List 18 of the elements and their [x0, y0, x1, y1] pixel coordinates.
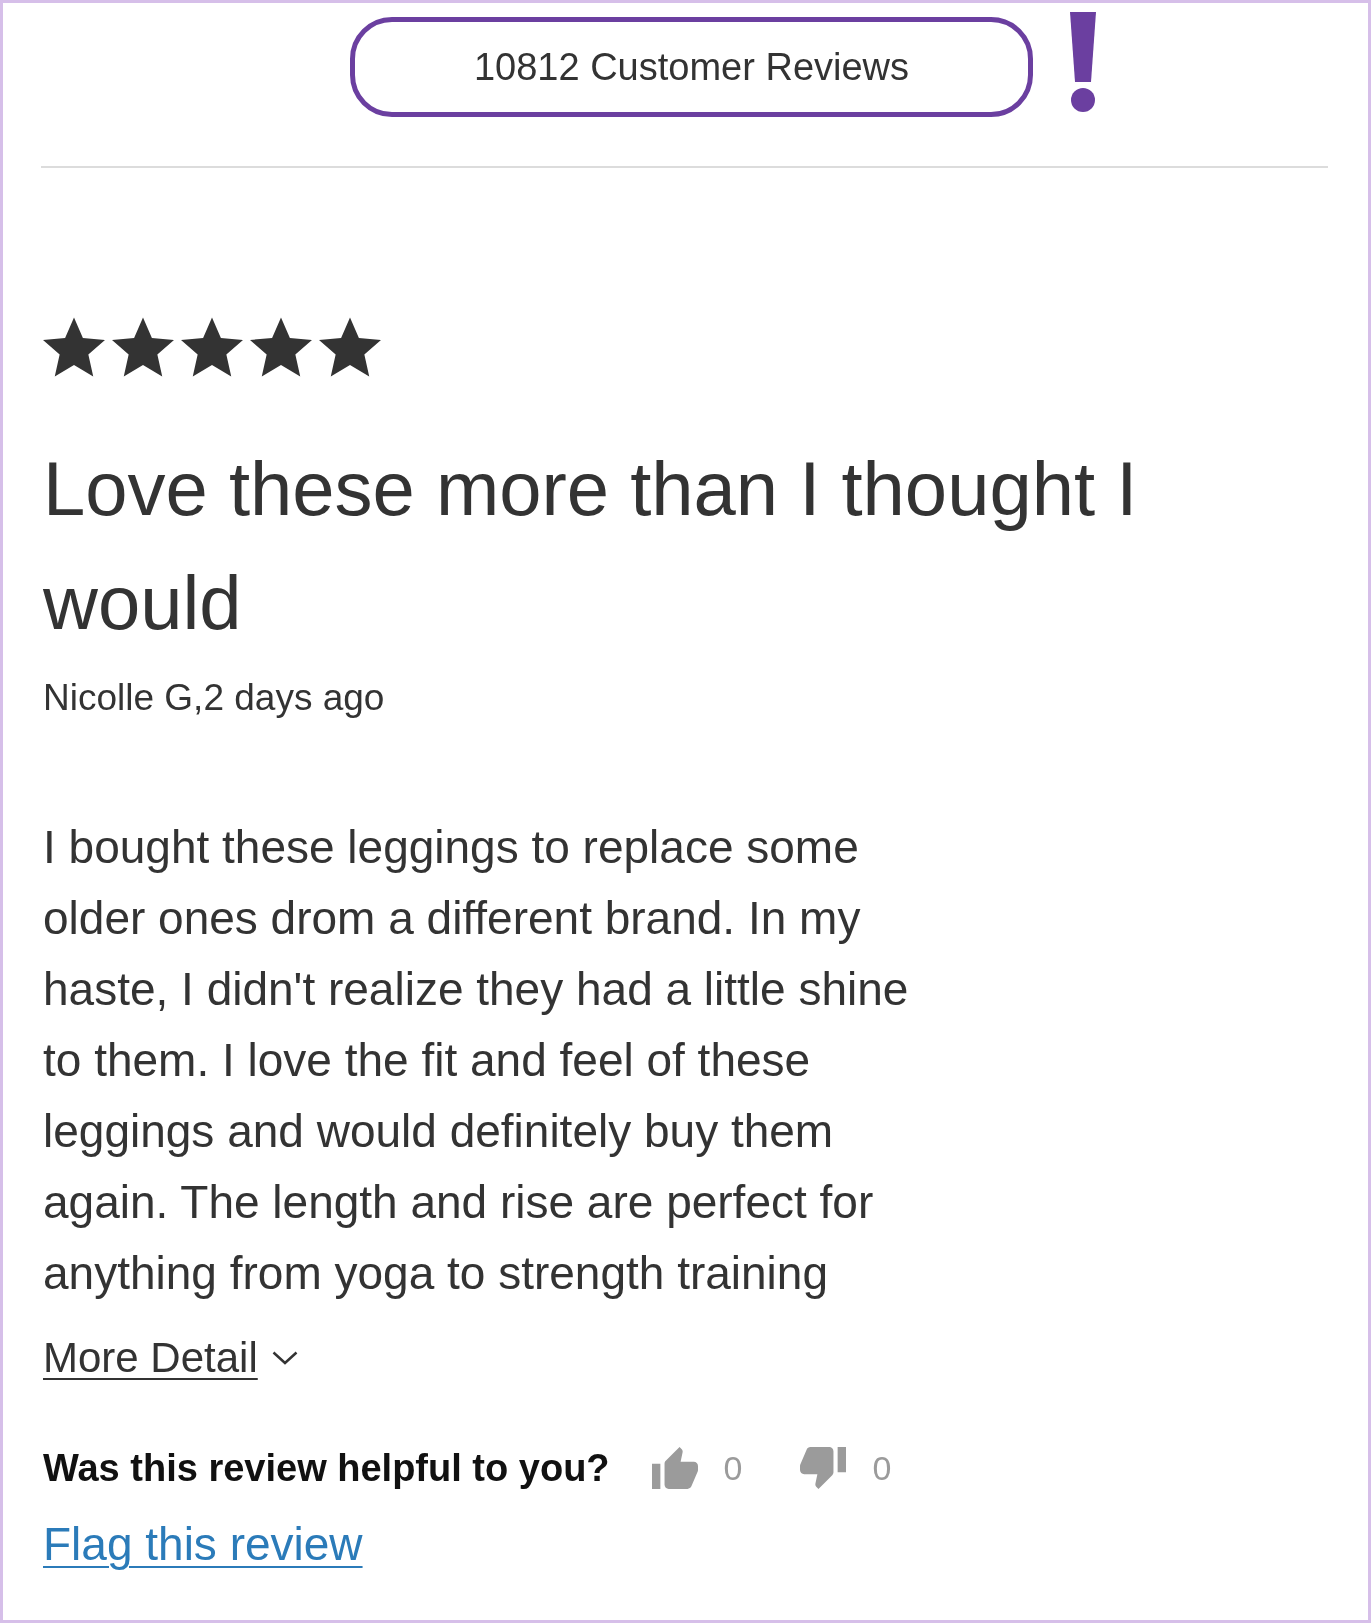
- review-text: I bought these leggings to replace some older ones drom a different brand. In my haste, I didn't realize they had a little shine to them. I love the fit and feel of these leggings and would definitely buy them again. The length and rise are perfect for anything from yoga to strength training: [43, 820, 910, 1301]
- thumbs-down-icon[interactable]: [800, 1447, 847, 1489]
- thumbs-up-icon[interactable]: [651, 1447, 698, 1489]
- filled-star-icon: [112, 317, 174, 377]
- filled-star-icon: [43, 317, 105, 377]
- review-title: Love these more than I thought I would: [42, 445, 1139, 647]
- review-author-date: Nicolle G,2 days ago: [43, 676, 385, 720]
- chevron-down-icon: [271, 1351, 298, 1365]
- vote-count: 0: [723, 1447, 743, 1489]
- helpful-question: Was this review helpful to you?: [43, 1445, 610, 1491]
- review-count-badge: 10812 Customer Reviews: [350, 17, 1033, 117]
- more-detail-link[interactable]: More Detail: [43, 1333, 258, 1383]
- vote-count: 0: [872, 1447, 892, 1489]
- exclamation-icon: [1069, 12, 1097, 112]
- flag-review-link[interactable]: Flag this review: [43, 1516, 363, 1572]
- filled-star-icon: [319, 317, 381, 377]
- filled-star-icon: [250, 317, 312, 377]
- filled-star-icon: [181, 317, 243, 377]
